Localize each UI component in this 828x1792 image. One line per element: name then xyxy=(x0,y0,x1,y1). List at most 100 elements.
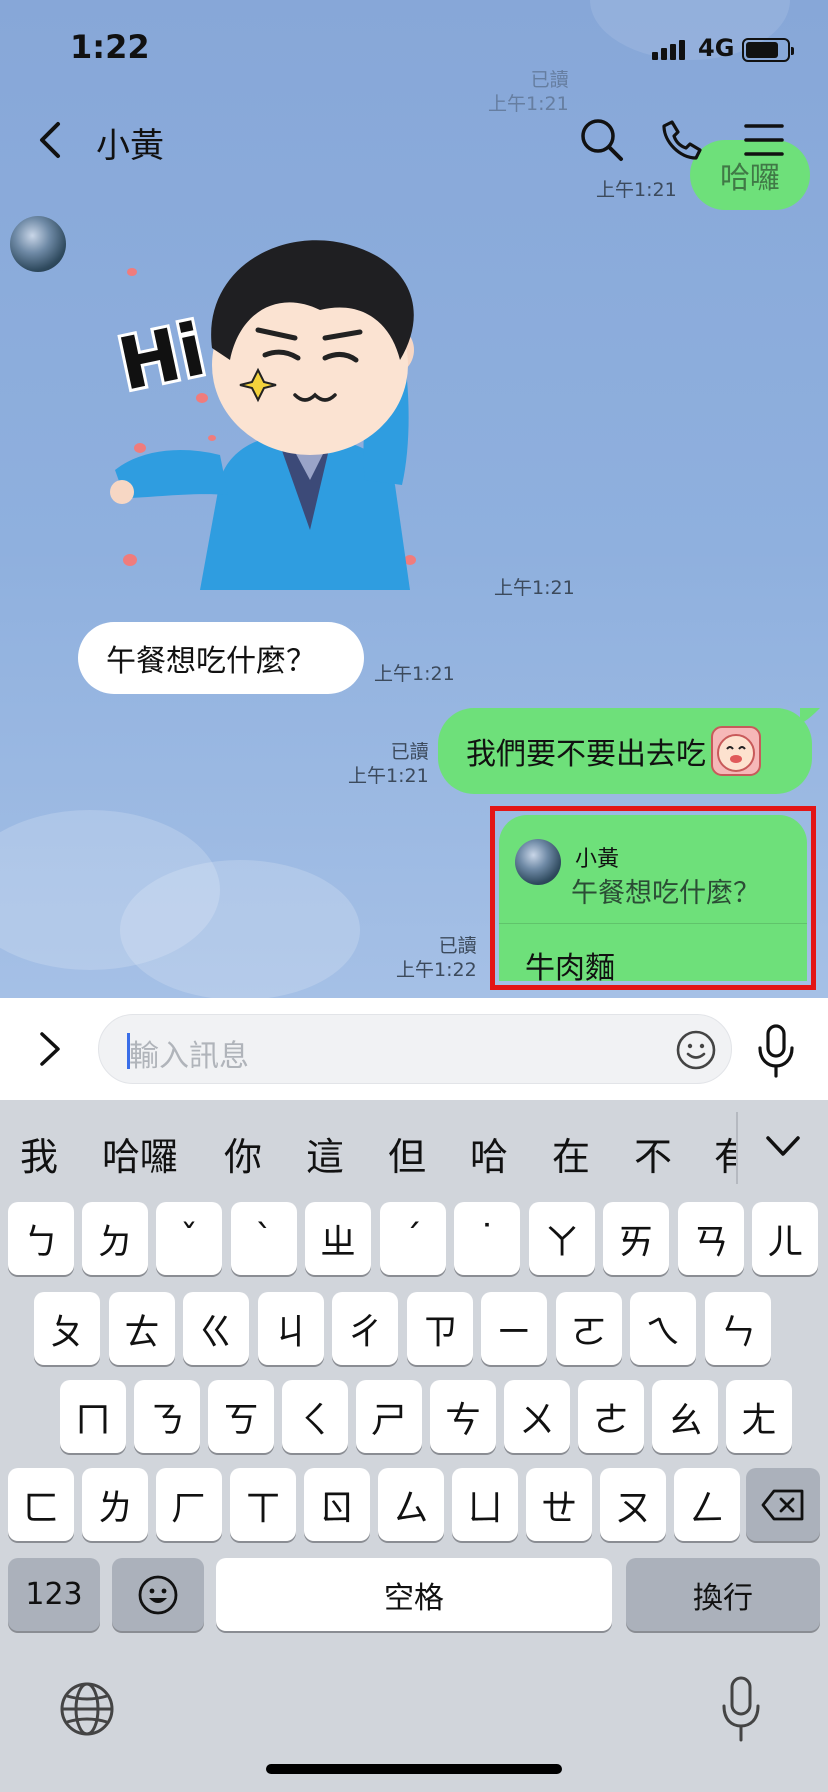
key-zhuyin[interactable]: ㄣ xyxy=(705,1292,771,1365)
contact-avatar[interactable] xyxy=(10,216,66,272)
candidate-word[interactable]: 但 xyxy=(388,1126,426,1181)
key-zhuyin[interactable]: ㄔ xyxy=(332,1292,398,1365)
back-arrow-icon[interactable] xyxy=(30,118,74,162)
key-tone[interactable]: ˙ xyxy=(454,1202,520,1275)
message-input-placeholder: 輸入訊息 xyxy=(129,1039,249,1074)
key-zhuyin[interactable]: ㄇ xyxy=(60,1380,126,1453)
read-receipt: 已讀 上午1:22 xyxy=(396,935,477,981)
candidate-bar: 我 哈囉 你 這 但 哈 在 不 有 xyxy=(0,1100,828,1200)
key-zhuyin[interactable]: ㄦ xyxy=(752,1202,818,1275)
status-time: 1:22 xyxy=(70,28,150,66)
message-bubble-reply[interactable]: 小黃 午餐想吃什麼？ 牛肉麵 xyxy=(499,815,807,986)
message-input-bar: 輸入訊息 xyxy=(0,998,828,1100)
space-key[interactable]: 空格 xyxy=(216,1558,612,1631)
message-time: 上午1:21 xyxy=(494,577,575,599)
key-zhuyin[interactable]: ㄒ xyxy=(230,1468,296,1541)
signal-icon xyxy=(652,40,685,60)
hi-sticker-image[interactable]: Hi xyxy=(110,230,470,590)
candidate-word[interactable]: 哈 xyxy=(470,1126,508,1181)
key-zhuyin[interactable]: ㄕ xyxy=(356,1380,422,1453)
key-zhuyin[interactable]: ㄥ xyxy=(674,1468,740,1541)
key-zhuyin[interactable]: ㄗ xyxy=(407,1292,473,1365)
key-zhuyin[interactable]: ㄏ xyxy=(156,1468,222,1541)
chevron-down-icon[interactable] xyxy=(762,1130,804,1164)
dictation-mic-icon[interactable] xyxy=(718,1674,764,1744)
key-zhuyin[interactable]: ㄘ xyxy=(430,1380,496,1453)
candidate-word[interactable]: 有 xyxy=(714,1126,736,1181)
key-zhuyin[interactable]: ㄩ xyxy=(452,1468,518,1541)
candidate-word[interactable]: 在 xyxy=(552,1126,590,1181)
read-receipt: 已讀 上午1:21 xyxy=(348,741,429,787)
candidate-divider xyxy=(736,1112,738,1184)
candidate-word[interactable]: 不 xyxy=(634,1126,672,1181)
key-zhuyin[interactable]: ㄎ xyxy=(208,1380,274,1453)
key-zhuyin[interactable]: ㄢ xyxy=(678,1202,744,1275)
smiley-icon xyxy=(138,1575,178,1614)
quoted-text: 午餐想吃什麼？ xyxy=(571,878,760,909)
key-zhuyin[interactable]: ㄋ xyxy=(134,1380,200,1453)
reply-message-highlight[interactable]: 小黃 午餐想吃什麼？ 牛肉麵 xyxy=(490,806,816,990)
key-zhuyin[interactable]: ㄖ xyxy=(304,1468,370,1541)
key-zhuyin[interactable]: ㄅ xyxy=(8,1202,74,1275)
quoted-sender: 小黃 xyxy=(575,847,620,872)
search-icon[interactable] xyxy=(578,116,626,164)
key-zhuyin[interactable]: ㄚ xyxy=(529,1202,595,1275)
key-zhuyin[interactable]: ㄝ xyxy=(526,1468,592,1541)
key-tone[interactable]: ˊ xyxy=(380,1202,446,1275)
laughing-emoji-icon xyxy=(711,726,761,776)
numbers-key[interactable]: 123 xyxy=(8,1558,100,1631)
key-zhuyin[interactable]: ㄙ xyxy=(378,1468,444,1541)
candidate-word[interactable]: 我 xyxy=(20,1126,58,1181)
home-indicator xyxy=(266,1764,562,1774)
candidate-word[interactable]: 哈囉 xyxy=(102,1126,178,1181)
key-zhuyin[interactable]: ㄧ xyxy=(481,1292,547,1365)
expand-chevron-icon[interactable] xyxy=(30,1026,70,1072)
microphone-icon[interactable] xyxy=(754,1022,798,1078)
message-input[interactable]: 輸入訊息 xyxy=(98,1014,732,1084)
key-zhuyin[interactable]: ㄨ xyxy=(504,1380,570,1453)
network-label: 4G xyxy=(698,34,735,62)
key-zhuyin[interactable]: ㄜ xyxy=(578,1380,644,1453)
reply-divider xyxy=(499,923,807,924)
phone-icon[interactable] xyxy=(658,116,706,164)
message-time: 上午1:21 xyxy=(374,663,455,685)
key-zhuyin[interactable]: ㄓ xyxy=(305,1202,371,1275)
chat-title[interactable]: 小黃 xyxy=(96,118,164,167)
key-zhuyin[interactable]: ㄡ xyxy=(600,1468,666,1541)
key-zhuyin[interactable]: ㄌ xyxy=(82,1468,148,1541)
candidate-word[interactable]: 這 xyxy=(306,1126,344,1181)
zhuyin-keyboard: 我 哈囉 你 這 但 哈 在 不 有 ㄅ ㄉ ˇ ˋ ㄓ ˊ ˙ ㄚ ㄞ ㄢ ㄦ… xyxy=(0,1100,828,1792)
emoji-icon[interactable] xyxy=(675,1029,717,1071)
delete-key[interactable] xyxy=(746,1468,820,1541)
emoji-key[interactable] xyxy=(112,1558,204,1631)
key-zhuyin[interactable]: ㄠ xyxy=(652,1380,718,1453)
return-key[interactable]: 換行 xyxy=(626,1558,820,1631)
key-zhuyin[interactable]: ㄞ xyxy=(603,1202,669,1275)
reply-text: 牛肉麵 xyxy=(525,951,615,986)
chat-area: 1:22 4G 已讀 上午1:21 哈囉 上午1:21 小黃 Hi 上午1:21… xyxy=(0,0,828,998)
key-zhuyin[interactable]: ㄤ xyxy=(726,1380,792,1453)
backspace-icon xyxy=(761,1489,804,1520)
key-zhuyin[interactable]: ㄍ xyxy=(183,1292,249,1365)
key-tone[interactable]: ˋ xyxy=(231,1202,297,1275)
key-zhuyin[interactable]: ㄐ xyxy=(258,1292,324,1365)
key-zhuyin[interactable]: ㄛ xyxy=(556,1292,622,1365)
candidate-overflow: 有 xyxy=(714,1100,736,1200)
message-bubble-outgoing[interactable]: 我們要不要出去吃 xyxy=(438,708,812,794)
key-zhuyin[interactable]: ㄆ xyxy=(34,1292,100,1365)
key-zhuyin[interactable]: ㄉ xyxy=(82,1202,148,1275)
quoted-avatar xyxy=(515,839,561,885)
key-zhuyin[interactable]: ㄟ xyxy=(630,1292,696,1365)
message-bubble-incoming[interactable]: 午餐想吃什麼？ xyxy=(78,622,364,694)
key-tone[interactable]: ˇ xyxy=(156,1202,222,1275)
key-zhuyin[interactable]: ㄈ xyxy=(8,1468,74,1541)
background-cloud xyxy=(120,860,360,998)
battery-icon xyxy=(742,38,794,62)
candidate-word[interactable]: 你 xyxy=(224,1126,262,1181)
bubble-tail-icon xyxy=(800,708,820,724)
sticker-text: Hi xyxy=(111,307,212,407)
menu-icon[interactable] xyxy=(740,116,788,164)
globe-icon[interactable] xyxy=(58,1680,116,1738)
key-zhuyin[interactable]: ㄑ xyxy=(282,1380,348,1453)
key-zhuyin[interactable]: ㄊ xyxy=(109,1292,175,1365)
